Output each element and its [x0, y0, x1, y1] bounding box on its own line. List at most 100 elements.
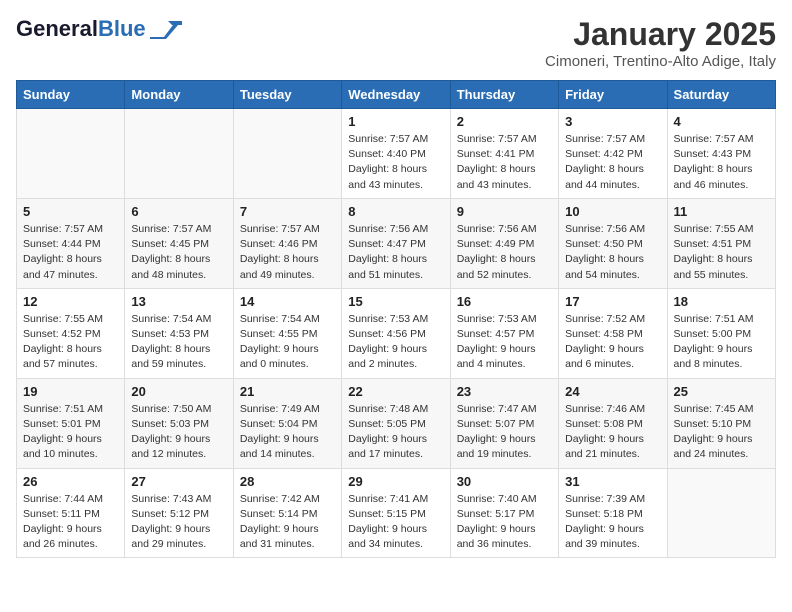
day-number: 24	[565, 384, 660, 399]
day-cell: 8 Sunrise: 7:56 AM Sunset: 4:47 PM Daylig…	[342, 198, 450, 288]
day-cell: 22 Sunrise: 7:48 AM Sunset: 5:05 PM Dayli…	[342, 378, 450, 468]
day-number: 12	[23, 294, 118, 309]
day-info: Sunrise: 7:57 AM Sunset: 4:41 PM Dayligh…	[457, 132, 552, 193]
day-cell: 5 Sunrise: 7:57 AM Sunset: 4:44 PM Daylig…	[17, 198, 125, 288]
day-info: Sunrise: 7:56 AM Sunset: 4:49 PM Dayligh…	[457, 222, 552, 283]
day-info: Sunrise: 7:56 AM Sunset: 4:50 PM Dayligh…	[565, 222, 660, 283]
day-cell: 6 Sunrise: 7:57 AM Sunset: 4:45 PM Daylig…	[125, 198, 233, 288]
weekday-header-wednesday: Wednesday	[342, 81, 450, 109]
day-info: Sunrise: 7:43 AM Sunset: 5:12 PM Dayligh…	[131, 492, 226, 553]
weekday-header-thursday: Thursday	[450, 81, 558, 109]
day-info: Sunrise: 7:55 AM Sunset: 4:52 PM Dayligh…	[23, 312, 118, 373]
day-info: Sunrise: 7:45 AM Sunset: 5:10 PM Dayligh…	[674, 402, 769, 463]
logo-text: GeneralBlue	[16, 16, 146, 42]
day-info: Sunrise: 7:53 AM Sunset: 4:56 PM Dayligh…	[348, 312, 443, 373]
day-cell: 18 Sunrise: 7:51 AM Sunset: 5:00 PM Dayli…	[667, 288, 775, 378]
day-number: 4	[674, 114, 769, 129]
day-cell: 19 Sunrise: 7:51 AM Sunset: 5:01 PM Dayli…	[17, 378, 125, 468]
day-number: 6	[131, 204, 226, 219]
day-cell	[233, 109, 341, 199]
day-info: Sunrise: 7:44 AM Sunset: 5:11 PM Dayligh…	[23, 492, 118, 553]
day-info: Sunrise: 7:57 AM Sunset: 4:43 PM Dayligh…	[674, 132, 769, 193]
day-number: 20	[131, 384, 226, 399]
day-number: 29	[348, 474, 443, 489]
day-cell: 13Sunrise: 7:54 AM Sunset: 4:53 PM Dayli…	[125, 288, 233, 378]
day-info: Sunrise: 7:41 AM Sunset: 5:15 PM Dayligh…	[348, 492, 443, 553]
day-cell: 12 Sunrise: 7:55 AM Sunset: 4:52 PM Dayli…	[17, 288, 125, 378]
day-cell	[17, 109, 125, 199]
weekday-header-saturday: Saturday	[667, 81, 775, 109]
day-info: Sunrise: 7:42 AM Sunset: 5:14 PM Dayligh…	[240, 492, 335, 553]
day-cell: 31 Sunrise: 7:39 AM Sunset: 5:18 PM Dayli…	[559, 468, 667, 558]
day-number: 11	[674, 204, 769, 219]
day-info: Sunrise: 7:51 AM Sunset: 5:01 PM Dayligh…	[23, 402, 118, 463]
day-number: 27	[131, 474, 226, 489]
day-info: Sunrise: 7:57 AM Sunset: 4:45 PM Dayligh…	[131, 222, 226, 283]
day-cell: 14 Sunrise: 7:54 AM Sunset: 4:55 PM Dayli…	[233, 288, 341, 378]
day-info: Sunrise: 7:48 AM Sunset: 5:05 PM Dayligh…	[348, 402, 443, 463]
day-cell: 27 Sunrise: 7:43 AM Sunset: 5:12 PM Dayli…	[125, 468, 233, 558]
day-info: Sunrise: 7:57 AM Sunset: 4:46 PM Dayligh…	[240, 222, 335, 283]
week-row-4: 19 Sunrise: 7:51 AM Sunset: 5:01 PM Dayli…	[17, 378, 776, 468]
calendar-table: SundayMondayTuesdayWednesdayThursdayFrid…	[16, 80, 776, 558]
location-subtitle: Cimoneri, Trentino-Alto Adige, Italy	[545, 53, 776, 70]
day-number: 25	[674, 384, 769, 399]
title-block: January 2025 Cimoneri, Trentino-Alto Adi…	[545, 16, 776, 70]
day-cell: 20 Sunrise: 7:50 AM Sunset: 5:03 PM Dayli…	[125, 378, 233, 468]
day-cell: 30Sunrise: 7:40 AM Sunset: 5:17 PM Dayli…	[450, 468, 558, 558]
day-cell: 21 Sunrise: 7:49 AM Sunset: 5:04 PM Dayli…	[233, 378, 341, 468]
day-number: 15	[348, 294, 443, 309]
day-number: 3	[565, 114, 660, 129]
day-info: Sunrise: 7:54 AM Sunset: 4:55 PM Dayligh…	[240, 312, 335, 373]
day-info: Sunrise: 7:39 AM Sunset: 5:18 PM Dayligh…	[565, 492, 660, 553]
day-number: 8	[348, 204, 443, 219]
day-number: 14	[240, 294, 335, 309]
day-info: Sunrise: 7:57 AM Sunset: 4:42 PM Dayligh…	[565, 132, 660, 193]
day-number: 16	[457, 294, 552, 309]
week-row-1: 1 Sunrise: 7:57 AM Sunset: 4:40 PM Daylig…	[17, 109, 776, 199]
day-info: Sunrise: 7:51 AM Sunset: 5:00 PM Dayligh…	[674, 312, 769, 373]
week-row-2: 5 Sunrise: 7:57 AM Sunset: 4:44 PM Daylig…	[17, 198, 776, 288]
day-info: Sunrise: 7:54 AM Sunset: 4:53 PM Dayligh…	[131, 312, 226, 373]
day-number: 18	[674, 294, 769, 309]
day-info: Sunrise: 7:57 AM Sunset: 4:44 PM Dayligh…	[23, 222, 118, 283]
day-info: Sunrise: 7:55 AM Sunset: 4:51 PM Dayligh…	[674, 222, 769, 283]
day-info: Sunrise: 7:57 AM Sunset: 4:40 PM Dayligh…	[348, 132, 443, 193]
day-number: 21	[240, 384, 335, 399]
day-number: 9	[457, 204, 552, 219]
day-cell: 2 Sunrise: 7:57 AM Sunset: 4:41 PM Daylig…	[450, 109, 558, 199]
month-title: January 2025	[545, 16, 776, 53]
day-number: 7	[240, 204, 335, 219]
day-number: 22	[348, 384, 443, 399]
day-number: 5	[23, 204, 118, 219]
day-cell: 15 Sunrise: 7:53 AM Sunset: 4:56 PM Dayli…	[342, 288, 450, 378]
logo: GeneralBlue	[16, 16, 182, 42]
day-number: 17	[565, 294, 660, 309]
day-info: Sunrise: 7:49 AM Sunset: 5:04 PM Dayligh…	[240, 402, 335, 463]
day-number: 2	[457, 114, 552, 129]
day-number: 28	[240, 474, 335, 489]
day-info: Sunrise: 7:50 AM Sunset: 5:03 PM Dayligh…	[131, 402, 226, 463]
day-cell: 11 Sunrise: 7:55 AM Sunset: 4:51 PM Dayli…	[667, 198, 775, 288]
weekday-header-tuesday: Tuesday	[233, 81, 341, 109]
day-info: Sunrise: 7:47 AM Sunset: 5:07 PM Dayligh…	[457, 402, 552, 463]
day-cell	[125, 109, 233, 199]
day-cell: 26Sunrise: 7:44 AM Sunset: 5:11 PM Dayli…	[17, 468, 125, 558]
logo-icon	[150, 19, 182, 39]
day-cell: 17 Sunrise: 7:52 AM Sunset: 4:58 PM Dayli…	[559, 288, 667, 378]
day-number: 31	[565, 474, 660, 489]
weekday-header-monday: Monday	[125, 81, 233, 109]
day-number: 19	[23, 384, 118, 399]
day-cell: 28 Sunrise: 7:42 AM Sunset: 5:14 PM Dayli…	[233, 468, 341, 558]
day-cell: 24Sunrise: 7:46 AM Sunset: 5:08 PM Dayli…	[559, 378, 667, 468]
day-cell	[667, 468, 775, 558]
day-number: 1	[348, 114, 443, 129]
day-number: 30	[457, 474, 552, 489]
day-number: 10	[565, 204, 660, 219]
day-cell: 25 Sunrise: 7:45 AM Sunset: 5:10 PM Dayli…	[667, 378, 775, 468]
weekday-header-sunday: Sunday	[17, 81, 125, 109]
day-info: Sunrise: 7:56 AM Sunset: 4:47 PM Dayligh…	[348, 222, 443, 283]
day-cell: 29 Sunrise: 7:41 AM Sunset: 5:15 PM Dayli…	[342, 468, 450, 558]
day-info: Sunrise: 7:52 AM Sunset: 4:58 PM Dayligh…	[565, 312, 660, 373]
weekday-header-row: SundayMondayTuesdayWednesdayThursdayFrid…	[17, 81, 776, 109]
